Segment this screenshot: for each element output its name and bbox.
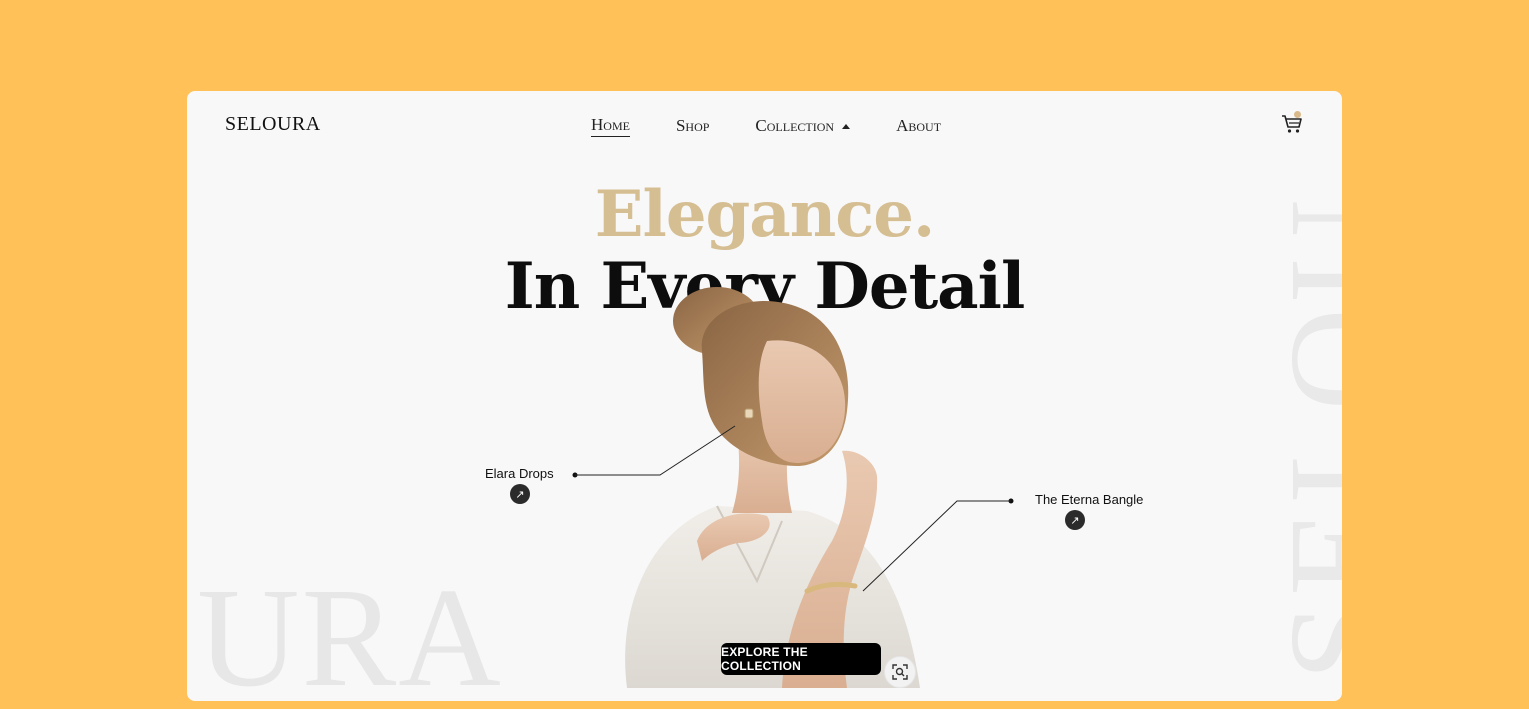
scan-search-button[interactable] [884, 656, 916, 688]
nav-item-label: Shop [675, 116, 710, 135]
arrow-up-right-icon[interactable]: ↗ [510, 484, 530, 504]
scan-search-icon [892, 664, 908, 680]
explore-collection-button[interactable]: EXPLORE THE COLLECTION [721, 643, 881, 675]
nav-item-label: Home [591, 115, 630, 137]
hero-card: URA SELOU SELOURA Home Shop Collection A… [187, 91, 1342, 701]
model-image [625, 287, 920, 688]
callout-label-elara-drops: Elara Drops [485, 466, 554, 481]
nav-item-home[interactable]: Home [591, 115, 630, 137]
cart-badge [1294, 111, 1301, 118]
main-nav: Home Shop Collection About [591, 115, 941, 137]
nav-item-collection[interactable]: Collection [755, 116, 851, 136]
nav-item-shop[interactable]: Shop [676, 116, 709, 136]
nav-item-label: About [896, 116, 942, 135]
nav-item-label: Collection [755, 116, 835, 135]
nav-item-about[interactable]: About [896, 116, 941, 136]
watermark-bottom: URA [197, 558, 503, 701]
callout-label-eterna-bangle: The Eterna Bangle [1035, 492, 1144, 507]
hero-headline-accent: Elegance. [594, 177, 936, 252]
brand-logo[interactable]: SELOURA [225, 113, 321, 136]
arrow-up-right-icon[interactable]: ↗ [1065, 510, 1085, 530]
caret-up-icon [842, 123, 851, 129]
